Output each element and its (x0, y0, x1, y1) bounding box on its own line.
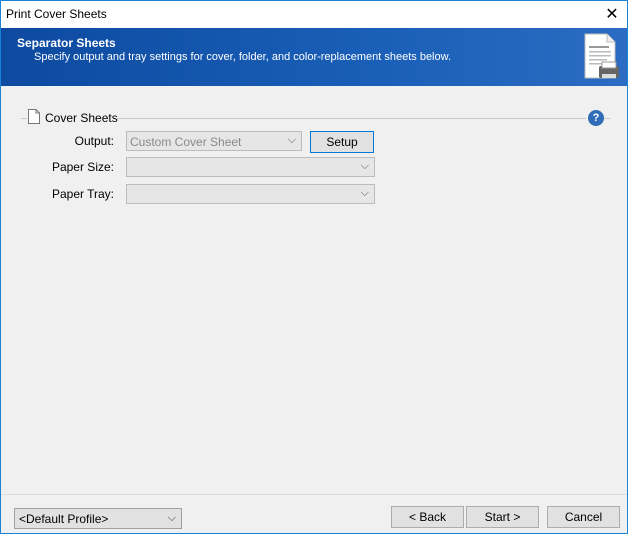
help-icon[interactable]: ? (588, 110, 604, 126)
window-title: Print Cover Sheets (6, 7, 107, 21)
chevron-down-icon: ⌵ (167, 512, 176, 524)
page-icon (28, 109, 40, 124)
group-divider-left (21, 118, 27, 119)
output-value: Custom Cover Sheet (130, 135, 242, 149)
cancel-button[interactable]: Cancel (547, 506, 620, 528)
dialog-window: Print Cover Sheets ✕ Separator Sheets Sp… (0, 0, 628, 534)
output-select[interactable]: Custom Cover Sheet ⌵ (126, 131, 302, 151)
chevron-down-icon: ⌵ (287, 134, 296, 146)
output-label: Output: (74, 134, 114, 148)
chevron-down-icon: ⌵ (360, 160, 369, 172)
close-icon[interactable]: ✕ (597, 1, 627, 27)
back-button[interactable]: < Back (391, 506, 464, 528)
profile-value: <Default Profile> (19, 512, 109, 526)
title-bar: Print Cover Sheets ✕ (1, 1, 627, 28)
group-divider-right (117, 118, 586, 119)
banner-title: Separator Sheets (17, 36, 116, 50)
chevron-down-icon: ⌵ (360, 187, 369, 199)
setup-button[interactable]: Setup (310, 131, 374, 153)
header-banner: Separator Sheets Specify output and tray… (1, 28, 627, 86)
group-title: Cover Sheets (45, 111, 118, 125)
footer-divider (1, 494, 627, 495)
paper-size-select[interactable]: ⌵ (126, 157, 375, 177)
paper-tray-select[interactable]: ⌵ (126, 184, 375, 204)
profile-select[interactable]: <Default Profile> ⌵ (14, 508, 182, 529)
paper-tray-label: Paper Tray: (51, 187, 114, 201)
group-divider-end (604, 118, 610, 119)
document-printer-icon (584, 33, 619, 79)
banner-subtitle: Specify output and tray settings for cov… (34, 51, 452, 63)
start-button[interactable]: Start > (466, 506, 539, 528)
paper-size-label: Paper Size: (51, 160, 114, 174)
